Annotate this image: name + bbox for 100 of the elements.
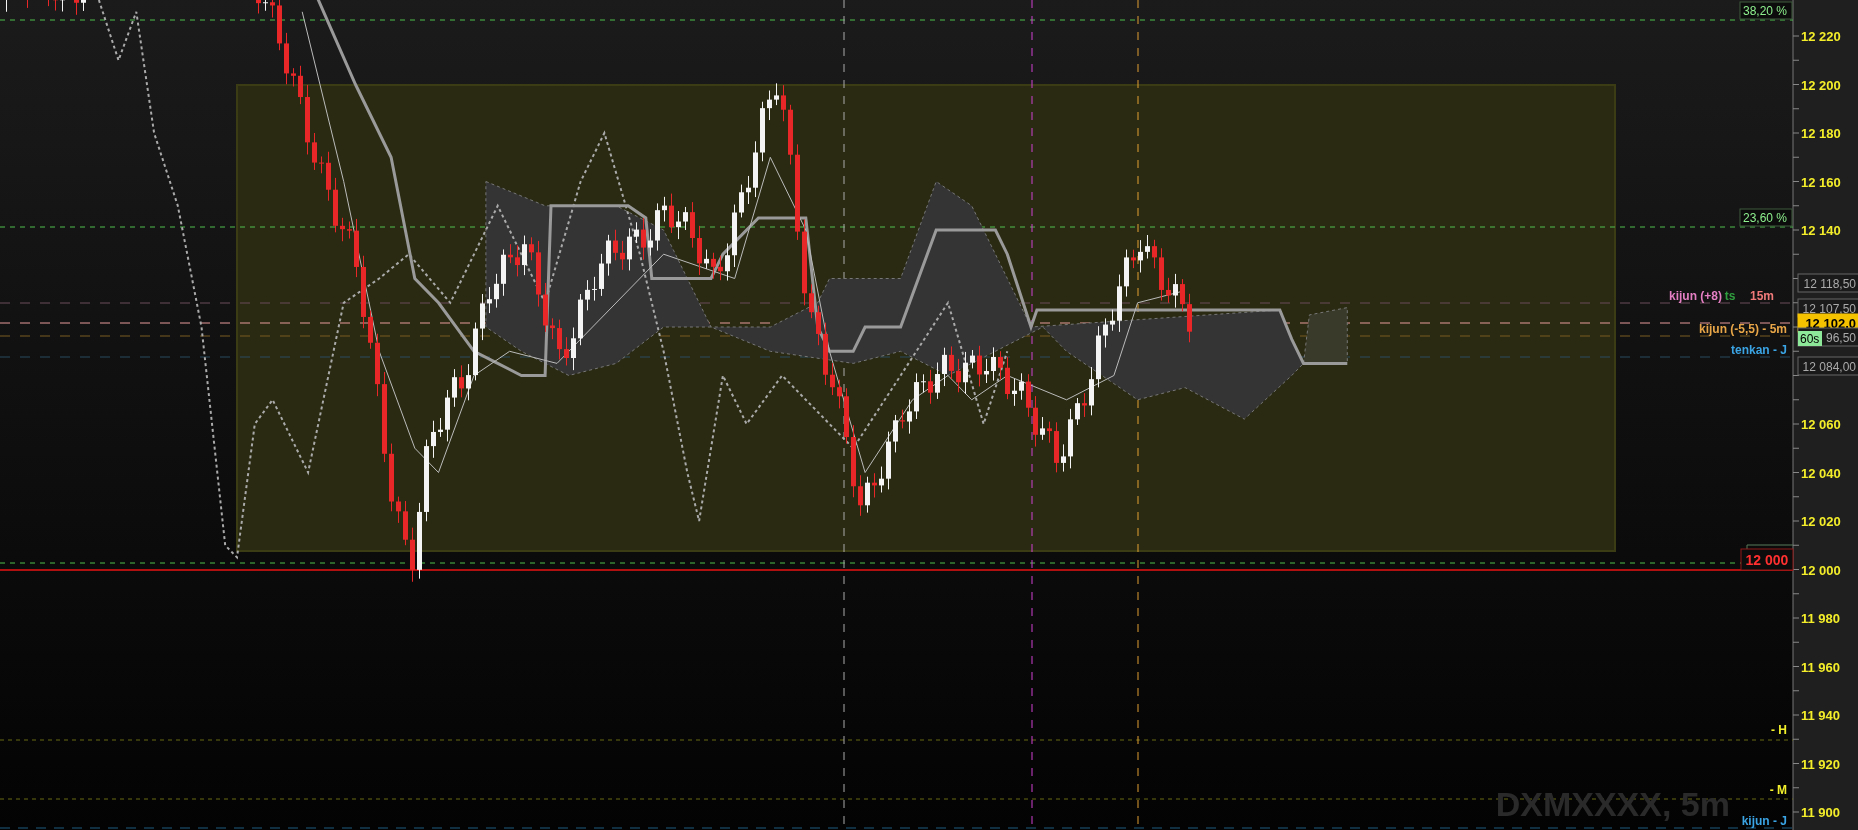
candlestick [1187, 293, 1192, 343]
candlestick [277, 0, 282, 51]
candlestick [690, 201, 695, 249]
candlestick [1096, 325, 1101, 388]
candlestick [676, 210, 681, 240]
candlestick [1075, 397, 1080, 426]
candlestick [27, 0, 28, 9]
candlestick [942, 347, 947, 387]
candlestick [48, 0, 49, 7]
candlestick [907, 398, 912, 435]
candlestick [319, 156, 324, 174]
price-axis-label: 12 200 [1801, 77, 1841, 93]
candlestick [529, 236, 534, 261]
candlestick [928, 369, 933, 405]
candlestick [536, 240, 541, 308]
candlestick [480, 293, 485, 341]
candlestick [501, 248, 506, 297]
fib-level-tag: 38,20 % [1739, 1, 1793, 20]
candlestick [445, 389, 450, 442]
candlestick [543, 282, 548, 333]
price-tag: 12 118,50 [1797, 273, 1858, 293]
candlestick [284, 32, 289, 85]
line-label: - M [1769, 783, 1787, 797]
candlestick [522, 235, 527, 276]
candlestick [760, 101, 765, 162]
candlestick [74, 0, 79, 16]
countdown-badge: 60s [1798, 331, 1822, 346]
candlestick [613, 229, 618, 261]
candlestick [620, 240, 625, 271]
candlestick [1012, 378, 1017, 407]
candlestick [599, 253, 604, 297]
candlestick [1019, 372, 1024, 401]
candlestick [991, 346, 996, 382]
candlestick [739, 184, 744, 218]
candlestick [1047, 421, 1052, 444]
candlestick [893, 414, 898, 453]
candlestick [578, 293, 583, 346]
candlestick [396, 496, 401, 524]
candlestick [53, 0, 58, 12]
candlestick [459, 364, 464, 398]
candlestick [998, 350, 1003, 380]
candlestick [333, 177, 338, 233]
line-label: ts [1724, 289, 1736, 303]
candlestick [984, 358, 989, 384]
candlestick [557, 319, 562, 361]
candlestick [655, 202, 660, 252]
candlestick [711, 252, 716, 280]
price-tag: 12 084,00 [1797, 356, 1858, 376]
candlestick [270, 0, 275, 19]
candlestick [935, 362, 940, 400]
candlestick [585, 279, 590, 311]
line-label: - H [1771, 723, 1787, 737]
candlestick [592, 276, 597, 302]
candlestick [865, 476, 870, 514]
candlestick [256, 0, 261, 14]
candlestick [508, 243, 513, 264]
candlestick [879, 466, 884, 493]
candlestick [732, 204, 737, 268]
candlestick [1110, 309, 1115, 332]
price-axis-label: 11 900 [1801, 805, 1841, 820]
price-axis-label: 12 140 [1801, 223, 1841, 238]
candlestick [1117, 274, 1122, 333]
price-axis-label: 11 940 [1801, 708, 1841, 723]
candlestick [977, 345, 982, 387]
candlestick [452, 368, 457, 408]
candlestick [1159, 247, 1164, 302]
candlestick [1131, 249, 1136, 269]
price-axis-label: 12 180 [1801, 126, 1841, 141]
candlestick [914, 372, 919, 420]
candlestick [837, 379, 842, 409]
candlestick [844, 387, 849, 445]
candlestick [627, 227, 632, 271]
candlestick [1005, 356, 1010, 400]
candlestick [1061, 443, 1066, 473]
price-axis-label: 12 020 [1801, 514, 1841, 529]
candlestick [1026, 373, 1031, 418]
candlestick [354, 218, 359, 278]
price-axis-label: 12 160 [1801, 174, 1841, 190]
candlestick [60, 0, 65, 12]
candlestick [571, 327, 576, 371]
price-axis-label: 12 000 [1801, 562, 1841, 578]
candlestick [1152, 239, 1157, 269]
candlestick [823, 322, 828, 386]
candlestick [641, 217, 646, 261]
candlestick [606, 234, 611, 277]
candlestick [403, 500, 408, 546]
candlestick [662, 196, 667, 222]
candlestick [473, 322, 478, 381]
price-axis-label: 12 060 [1801, 417, 1841, 432]
candlestick [718, 255, 723, 281]
candlestick [410, 527, 415, 583]
candlestick [872, 472, 877, 499]
candlestick [487, 286, 492, 314]
candlestick [564, 336, 569, 366]
candlestick [1180, 278, 1185, 312]
candlestick [550, 317, 555, 340]
candlestick [781, 84, 786, 122]
candlestick [669, 193, 674, 234]
price-axis-label: 12 220 [1801, 29, 1841, 44]
candlestick [368, 310, 373, 350]
